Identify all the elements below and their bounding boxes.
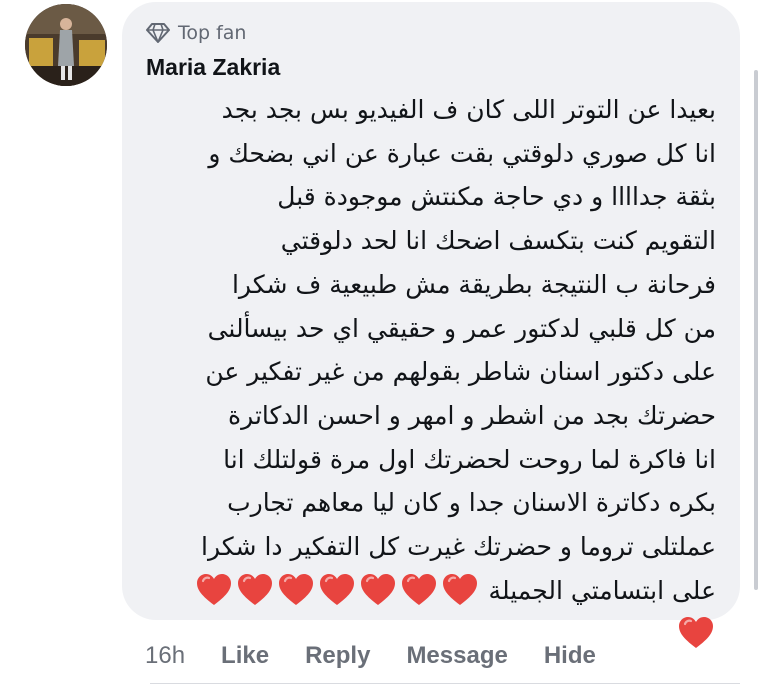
comment-line: بكره دكاترة الاسنان جدا و كان ليا معاهم …: [227, 488, 716, 518]
like-button[interactable]: Like: [221, 642, 269, 670]
comment-line: بثقة جداااا و دي حاجة مكنتش موجودة قبل: [277, 182, 716, 212]
comment-text: بعيدا عن التوتر اللى كان ف الفيديو بس بج…: [140, 88, 716, 656]
hide-button[interactable]: Hide: [544, 642, 596, 670]
comment-line: عملتلى تروما و حضرتك غيرت كل التفكير دا …: [201, 532, 716, 562]
avatar[interactable]: [25, 4, 107, 86]
comment-line-with-hearts: على ابتسامتي الجميلة: [140, 569, 716, 613]
avatar-photo: [25, 4, 107, 86]
top-fan-badge[interactable]: Top fan: [146, 20, 246, 46]
scrollbar[interactable]: [754, 70, 758, 590]
comment-line: انا كل صوري دلوقتي بقت عبارة عن اني بضحك…: [208, 138, 716, 168]
comment-line: على ابتسامتي الجميلة: [488, 575, 716, 605]
comment-actions: 16h Like Reply Message Hide: [145, 641, 632, 671]
comment-line: التقويم كنت بتكسف اضحك انا لحد دلوقتي: [280, 226, 716, 256]
red-heart-icon: [279, 573, 314, 605]
red-heart-icon: [402, 573, 437, 605]
reply-button[interactable]: Reply: [305, 642, 370, 670]
divider: [150, 683, 740, 684]
red-heart-icon: [678, 617, 713, 649]
comment-line: بعيدا عن التوتر اللى كان ف الفيديو بس بج…: [221, 95, 716, 124]
red-heart-icon: [443, 573, 478, 605]
comment-line: فرحانة ب النتيجة بطريقة مش طبيعية ف شكرا: [231, 269, 716, 299]
red-heart-icon: [361, 573, 396, 605]
red-heart-icon: [320, 573, 355, 605]
comment-line: من كل قلبي لدكتور عمر و حقيقي اي حد بيسأ…: [207, 313, 716, 343]
comment-timestamp[interactable]: 16h: [145, 642, 185, 670]
comment-line: حضرتك بجد من اشطر و امهر و احسن الدكاترة: [228, 400, 716, 430]
author-name[interactable]: Maria Zakria: [146, 54, 280, 81]
red-heart-icon: [197, 573, 232, 605]
badge-label: Top fan: [178, 22, 247, 44]
diamond-icon: [146, 22, 170, 44]
comment-line: على دكتور اسنان شاطر بقولهم من غير تفكير…: [205, 357, 716, 387]
comment-line: انا فاكرة لما روحت لحضرتك اول مرة قولتلك…: [223, 444, 716, 474]
hearts-inline: [194, 569, 481, 613]
hearts-last-line: [675, 612, 716, 656]
red-heart-icon: [238, 573, 273, 605]
message-button[interactable]: Message: [406, 642, 507, 670]
